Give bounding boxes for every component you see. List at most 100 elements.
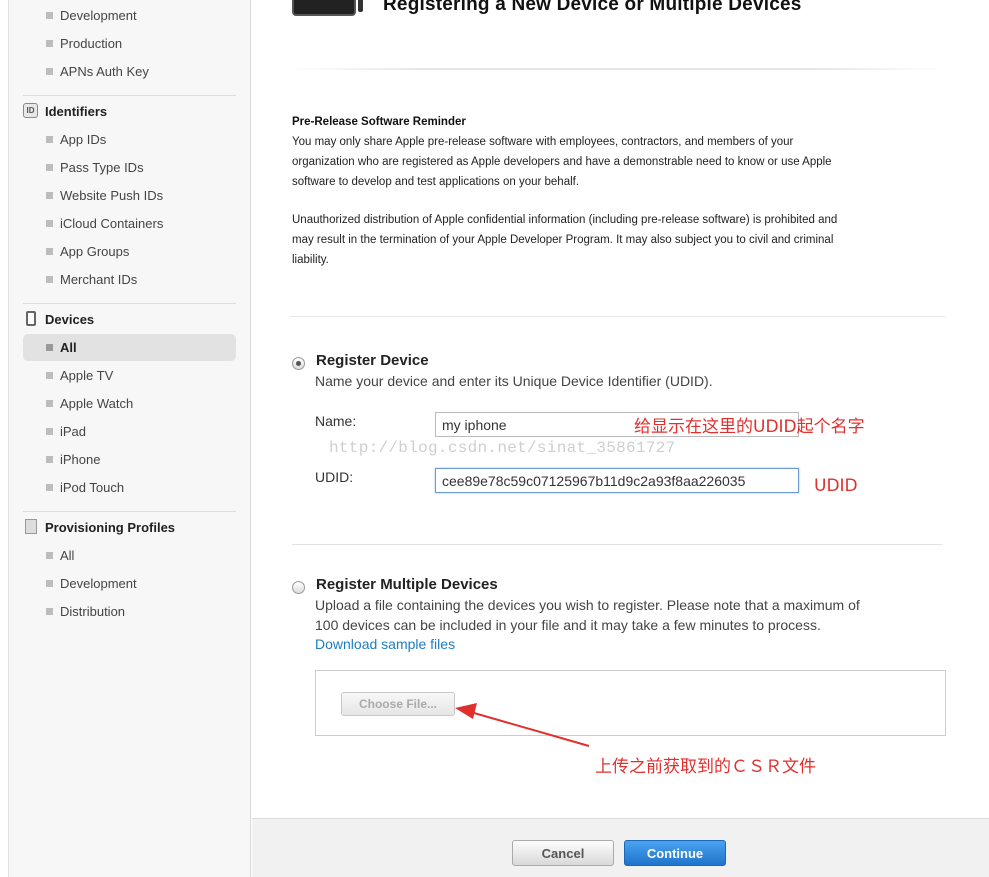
sidebar-item-merchant-ids[interactable]: Merchant IDs [23, 266, 236, 293]
reminder-text-line: Unauthorized distribution of Apple confi… [292, 214, 838, 226]
sidebar-divider [23, 303, 236, 304]
sidebar: Development Production APNs Auth Key ID … [8, 0, 251, 877]
register-multiple-radio[interactable] [292, 581, 305, 594]
ipad-device-icon [292, 0, 363, 16]
document-icon [25, 519, 37, 534]
sidebar-item-label: All [60, 548, 75, 563]
sidebar-item-label: iPad [60, 424, 87, 439]
cancel-button[interactable]: Cancel [512, 840, 614, 866]
sidebar-item-label: iCloud Containers [60, 216, 164, 231]
bullet-icon [46, 164, 53, 171]
sidebar-item-app-groups[interactable]: App Groups [23, 238, 236, 265]
sidebar-header-identifiers[interactable]: ID Identifiers [23, 99, 236, 123]
register-multiple-title: Register Multiple Devices [316, 576, 498, 593]
register-device-radio[interactable] [292, 357, 305, 370]
sidebar-item-iphone[interactable]: iPhone [23, 446, 236, 473]
sidebar-item-label: All [60, 340, 77, 355]
bullet-icon [46, 580, 53, 587]
continue-button[interactable]: Continue [624, 840, 726, 866]
sidebar-header-label: Devices [45, 311, 95, 327]
main-content: Registering a New Device or Multiple Dev… [252, 0, 989, 877]
page-title: Registering a New Device or Multiple Dev… [383, 0, 802, 15]
reminder-text-line: organization who are registered as Apple… [292, 156, 832, 168]
sidebar-item-app-ids[interactable]: App IDs [23, 126, 236, 153]
sidebar-item-apple-watch[interactable]: Apple Watch [23, 390, 236, 417]
sidebar-item-label: Pass Type IDs [60, 160, 144, 175]
bullet-icon [46, 428, 53, 435]
watermark: http://blog.csdn.net/sinat_35861727 [329, 439, 676, 457]
bullet-icon [46, 68, 53, 75]
sidebar-header-devices[interactable]: Devices [23, 307, 236, 331]
sidebar-item-label: Apple TV [60, 368, 114, 383]
reminder-text-line: liability. [292, 254, 329, 266]
bullet-icon [46, 12, 53, 19]
bullet-icon [46, 484, 53, 491]
divider [290, 68, 946, 70]
udid-annotation: UDID [814, 476, 858, 496]
udid-input[interactable] [435, 468, 799, 493]
sidebar-header-provisioning-profiles[interactable]: Provisioning Profiles [23, 515, 236, 539]
reminder-text-line: may result in the termination of your Ap… [292, 234, 834, 246]
reminder-text-line: software to develop and test application… [292, 176, 580, 188]
divider [292, 544, 942, 545]
sidebar-item-ipad[interactable]: iPad [23, 418, 236, 445]
sidebar-item-label: Production [60, 36, 123, 51]
download-sample-files-link[interactable]: Download sample files [315, 636, 455, 652]
sidebar-item-apple-tv[interactable]: Apple TV [23, 362, 236, 389]
sidebar-item-cert-development[interactable]: Development [23, 2, 236, 29]
udid-label: UDID: [315, 469, 354, 485]
bullet-icon [46, 400, 53, 407]
sidebar-item-label: iPod Touch [60, 480, 125, 495]
sidebar-item-label: APNs Auth Key [60, 64, 149, 79]
sidebar-item-profiles-distribution[interactable]: Distribution [23, 598, 236, 625]
sidebar-item-label: Development [60, 576, 137, 591]
csr-annotation: 上传之前获取到的ＣＳＲ文件 [595, 757, 816, 777]
divider [290, 316, 946, 317]
sidebar-item-label: iPhone [60, 452, 101, 467]
sidebar-item-label: Apple Watch [60, 396, 134, 411]
register-device-description: Name your device and enter its Unique De… [315, 373, 713, 389]
device-icon [26, 311, 36, 326]
form-footer: Cancel Continue [252, 818, 989, 877]
file-upload-area: Choose File... [315, 670, 946, 736]
sidebar-item-icloud-containers[interactable]: iCloud Containers [23, 210, 236, 237]
sidebar-item-label: Distribution [60, 604, 126, 619]
sidebar-item-label: Development [60, 8, 137, 23]
bullet-icon [46, 552, 53, 559]
annotation-arrow-icon [455, 703, 590, 747]
bullet-icon [46, 220, 53, 227]
sidebar-item-devices-all[interactable]: All [23, 334, 236, 361]
name-annotation: 给显示在这里的UDID起个名字 [634, 417, 865, 437]
sidebar-item-label: App IDs [60, 132, 107, 147]
sidebar-item-profiles-development[interactable]: Development [23, 570, 236, 597]
sidebar-item-label: Merchant IDs [60, 272, 138, 287]
bullet-icon [46, 276, 53, 283]
sidebar-header-label: Provisioning Profiles [45, 519, 176, 535]
sidebar-item-pass-type-ids[interactable]: Pass Type IDs [23, 154, 236, 181]
bullet-icon [46, 608, 53, 615]
bullet-icon [46, 40, 53, 47]
bullet-icon [46, 136, 53, 143]
sidebar-divider [23, 95, 236, 96]
register-multiple-description-line: 100 devices can be included in your file… [315, 617, 821, 633]
sidebar-divider [23, 511, 236, 512]
bullet-icon [46, 456, 53, 463]
bullet-icon [46, 372, 53, 379]
id-icon: ID [23, 103, 38, 118]
sidebar-item-ipod-touch[interactable]: iPod Touch [23, 474, 236, 501]
sidebar-item-cert-production[interactable]: Production [23, 30, 236, 57]
bullet-icon [46, 248, 53, 255]
choose-file-button[interactable]: Choose File... [341, 692, 455, 716]
sidebar-item-label: App Groups [60, 244, 130, 259]
register-device-title: Register Device [316, 352, 429, 369]
sidebar-item-apns-auth-key[interactable]: APNs Auth Key [23, 58, 236, 85]
sidebar-item-label: Website Push IDs [60, 188, 164, 203]
bullet-icon [46, 192, 53, 199]
reminder-text-line: You may only share Apple pre-release sof… [292, 136, 794, 148]
register-multiple-description-line: Upload a file containing the devices you… [315, 597, 860, 613]
reminder-title: Pre-Release Software Reminder [292, 116, 466, 128]
sidebar-item-website-push-ids[interactable]: Website Push IDs [23, 182, 236, 209]
bullet-icon [46, 344, 53, 351]
sidebar-header-label: Identifiers [45, 103, 108, 119]
sidebar-item-profiles-all[interactable]: All [23, 542, 236, 569]
